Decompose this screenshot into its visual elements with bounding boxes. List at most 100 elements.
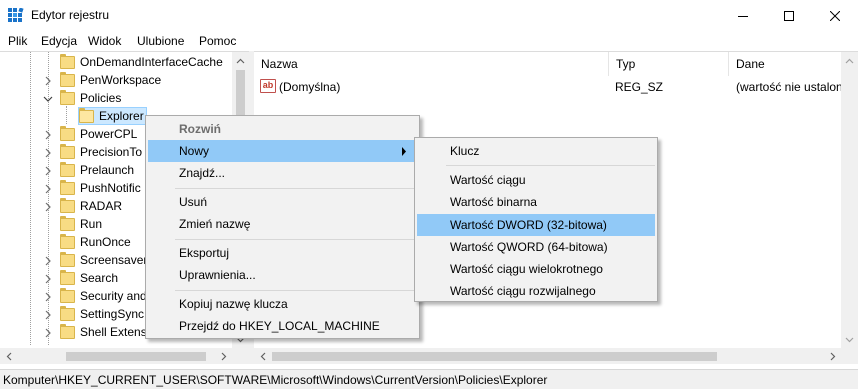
- new-submenu: Klucz Wartość ciągu Wartość binarna Wart…: [414, 137, 658, 302]
- menu-item-eksportuj[interactable]: Eksportuj: [148, 242, 417, 264]
- menu-item-wartosc-ciagu-rozwijalnego[interactable]: Wartość ciągu rozwijalnego: [417, 280, 655, 302]
- scroll-left-icon[interactable]: [0, 348, 17, 364]
- menu-ulubione[interactable]: Ulubione: [137, 34, 184, 48]
- menu-item-wartosc-qword[interactable]: Wartość QWORD (64-bitowa): [417, 236, 655, 258]
- menu-item-label: Przejdź do HKEY_LOCAL_MACHINE: [179, 319, 380, 333]
- menu-item-rozwin[interactable]: Rozwiń: [148, 118, 417, 140]
- folder-icon: [60, 125, 75, 141]
- folder-icon: [60, 89, 75, 105]
- tree-item[interactable]: Search: [60, 269, 118, 287]
- tree-item-label: RADAR: [80, 199, 123, 213]
- tree-item-label: RunOnce: [80, 235, 131, 249]
- chevron-down-icon[interactable]: [43, 94, 53, 104]
- tree-item[interactable]: Run: [60, 215, 102, 233]
- tree-item-label: Shell Extens: [80, 325, 147, 339]
- tree-horizontal-scrollbar[interactable]: [0, 348, 232, 364]
- scroll-up-icon[interactable]: [841, 52, 858, 69]
- list-horizontal-scrollbar[interactable]: [254, 348, 841, 364]
- tree-item[interactable]: Security and: [60, 287, 147, 305]
- tree-item[interactable]: PowerCPL: [60, 125, 137, 143]
- chevron-right-icon[interactable]: [43, 328, 53, 338]
- tree-item-label: PowerCPL: [80, 127, 138, 141]
- column-header-name[interactable]: Nazwa: [254, 52, 609, 76]
- scroll-corner: [841, 348, 858, 364]
- menu-item-usun[interactable]: Usuń: [148, 191, 417, 213]
- menu-item-label: Eksportuj: [179, 246, 230, 260]
- tree-item[interactable]: SettingSync: [60, 305, 144, 323]
- column-header-data[interactable]: Dane: [729, 52, 858, 76]
- value-type: REG_SZ: [615, 80, 664, 94]
- list-vertical-scrollbar[interactable]: [841, 52, 858, 348]
- chevron-right-icon[interactable]: [43, 130, 53, 140]
- tree-item-label: Policies: [80, 91, 122, 105]
- tree-item[interactable]: RunOnce: [60, 233, 131, 251]
- menu-item-przejdz-hklm[interactable]: Przejdź do HKEY_LOCAL_MACHINE: [148, 315, 417, 337]
- menu-item-wartosc-binarna[interactable]: Wartość binarna: [417, 191, 655, 213]
- tree-item[interactable]: PenWorkspace: [60, 71, 161, 89]
- maximize-button[interactable]: [766, 0, 812, 31]
- tree-item[interactable]: RADAR: [60, 197, 122, 215]
- menu-item-label: Wartość ciągu: [450, 173, 526, 187]
- status-bar-path: Komputer\HKEY_CURRENT_USER\SOFTWARE\Micr…: [0, 369, 858, 389]
- menu-item-uprawnienia[interactable]: Uprawnienia...: [148, 264, 417, 286]
- menu-item-kopiuj-nazwe-klucza[interactable]: Kopiuj nazwę klucza: [148, 293, 417, 315]
- menu-edycja[interactable]: Edycja: [41, 34, 77, 48]
- menu-item-label: Wartość QWORD (64-bitowa): [450, 240, 608, 254]
- folder-icon: [60, 233, 75, 249]
- chevron-right-icon[interactable]: [43, 292, 53, 302]
- tree-item[interactable]: OnDemandInterfaceCache: [60, 53, 223, 71]
- minimize-icon: [738, 15, 748, 17]
- minimize-button[interactable]: [720, 0, 766, 31]
- scroll-up-icon[interactable]: [232, 52, 249, 69]
- scroll-right-icon[interactable]: [824, 348, 841, 364]
- chevron-right-icon[interactable]: [43, 76, 53, 86]
- menu-item-zmien-nazwe[interactable]: Zmień nazwę: [148, 213, 417, 235]
- menu-widok[interactable]: Widok: [88, 34, 121, 48]
- tree-item[interactable]: PrecisionTo: [60, 143, 142, 161]
- tree-item[interactable]: Screensaver: [60, 251, 147, 269]
- menu-item-label: Znajdź...: [179, 166, 226, 180]
- menu-item-wartosc-ciagu[interactable]: Wartość ciągu: [417, 169, 655, 191]
- menu-item-wartosc-ciagu-wielokrotnego[interactable]: Wartość ciągu wielokrotnego: [417, 258, 655, 280]
- chevron-right-icon[interactable]: [43, 166, 53, 176]
- chevron-right-icon[interactable]: [43, 310, 53, 320]
- close-button[interactable]: [812, 0, 858, 31]
- table-row[interactable]: ab (Domyślna) REG_SZ (wartość nie ustalo…: [254, 78, 858, 96]
- scroll-right-icon[interactable]: [215, 348, 232, 364]
- scroll-thumb[interactable]: [272, 352, 717, 361]
- menu-item-label: Klucz: [450, 144, 480, 158]
- tree-item[interactable]: Prelaunch: [60, 161, 134, 179]
- tree-item[interactable]: Policies: [60, 89, 121, 107]
- tree-item-selected[interactable]: Explorer: [78, 107, 147, 125]
- tree-item[interactable]: Shell Extens: [60, 323, 147, 341]
- tree-item-label: Prelaunch: [80, 163, 135, 177]
- menu-item-klucz[interactable]: Klucz: [417, 140, 655, 162]
- folder-icon: [60, 305, 75, 321]
- menu-item-znajdz[interactable]: Znajdź...: [148, 162, 417, 184]
- menu-item-nowy[interactable]: Nowy: [148, 140, 417, 162]
- chevron-right-icon[interactable]: [43, 148, 53, 158]
- menu-item-wartosc-dword[interactable]: Wartość DWORD (32-bitowa): [417, 214, 655, 236]
- folder-icon: [60, 143, 75, 159]
- tree-item-label: Screensaver: [80, 253, 148, 267]
- tree-item[interactable]: PushNotific: [60, 179, 141, 197]
- tree-item-label: Explorer: [99, 109, 144, 123]
- chevron-right-icon[interactable]: [43, 202, 53, 212]
- title-bar[interactable]: Edytor rejestru: [0, 0, 858, 31]
- menu-pomoc[interactable]: Pomoc: [199, 34, 236, 48]
- column-header-type[interactable]: Typ: [609, 52, 729, 76]
- value-data: (wartość nie ustalona): [736, 80, 854, 94]
- scroll-corner: [232, 348, 249, 364]
- tree-item-label: OnDemandInterfaceCache: [80, 55, 223, 69]
- tree-line: [30, 52, 31, 345]
- menu-item-label: Kopiuj nazwę klucza: [179, 297, 288, 311]
- scroll-down-icon[interactable]: [841, 331, 858, 348]
- tree-item-label: Search: [80, 271, 119, 285]
- chevron-right-icon[interactable]: [43, 274, 53, 284]
- menu-plik[interactable]: Plik: [8, 34, 27, 48]
- tree-item-label: PrecisionTo: [80, 145, 143, 159]
- scroll-thumb[interactable]: [66, 352, 206, 361]
- chevron-right-icon[interactable]: [43, 256, 53, 266]
- chevron-right-icon[interactable]: [43, 184, 53, 194]
- scroll-left-icon[interactable]: [254, 348, 271, 364]
